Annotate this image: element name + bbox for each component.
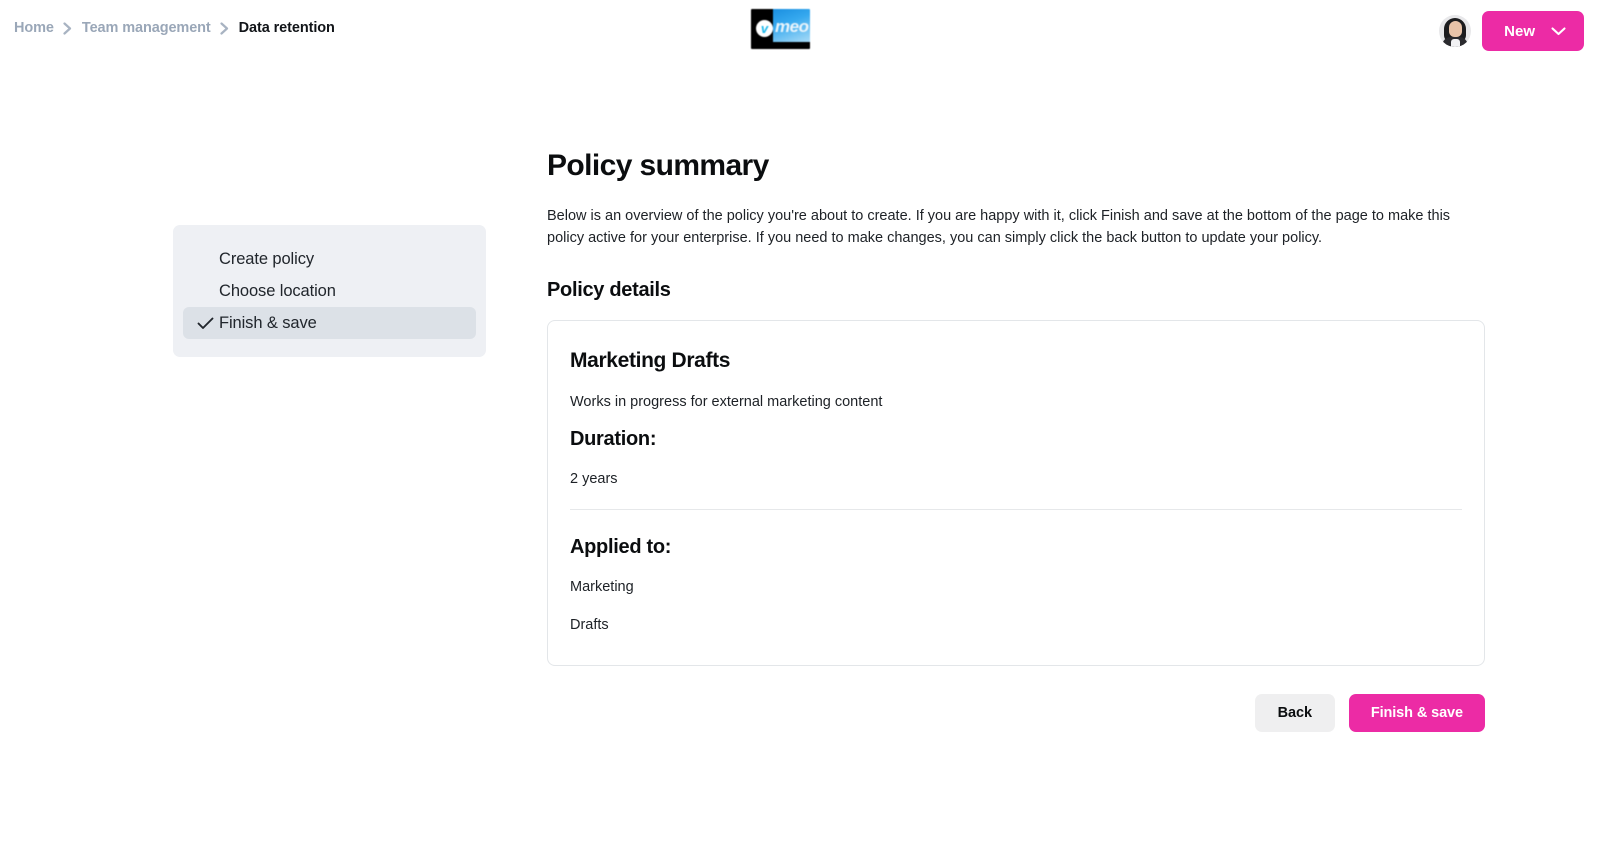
stepper-item-label: Finish & save — [219, 313, 317, 332]
new-button[interactable]: New — [1482, 11, 1584, 51]
stepper-item-finish-and-save[interactable]: Finish & save — [183, 307, 476, 339]
avatar-shirt — [1451, 39, 1461, 47]
stepper-item-create-policy[interactable]: Create policy — [183, 243, 476, 275]
check-icon — [197, 317, 219, 330]
policy-description: Works in progress for external marketing… — [570, 394, 883, 410]
policy-name: Marketing Drafts — [570, 349, 731, 372]
wizard-stepper: Create policy Choose location Finish & s… — [173, 225, 486, 357]
stepper-item-label: Choose location — [219, 281, 336, 300]
duration-label: Duration: — [570, 428, 657, 450]
page-root: Home Team management Data retention meo … — [0, 0, 1600, 732]
check-icon — [197, 253, 219, 266]
breadcrumb-item-data-retention: Data retention — [238, 20, 335, 36]
back-button[interactable]: Back — [1254, 694, 1335, 732]
chevron-right-icon — [219, 21, 231, 35]
chevron-down-icon — [1551, 26, 1566, 36]
form-actions: Back Finish & save — [547, 694, 1485, 732]
check-icon — [197, 285, 219, 298]
top-bar: Home Team management Data retention meo … — [0, 0, 1600, 62]
finish-and-save-button[interactable]: Finish & save — [1348, 694, 1485, 732]
applied-to-label: Applied to: — [570, 536, 672, 558]
avatar[interactable] — [1439, 15, 1472, 47]
breadcrumb-item-home[interactable]: Home — [14, 20, 54, 36]
list-item: Marketing — [570, 579, 634, 595]
page-intro-text: Below is an overview of the policy you'r… — [547, 208, 1451, 246]
top-bar-actions: New — [1439, 11, 1584, 51]
policy-details-card: Marketing Drafts Works in progress for e… — [547, 320, 1485, 666]
logo-wordmark: meo — [775, 17, 809, 36]
avatar-face — [1449, 21, 1463, 37]
stepper-item-choose-location[interactable]: Choose location — [183, 275, 476, 307]
vimeo-logo[interactable]: meo v — [751, 9, 810, 49]
breadcrumb: Home Team management Data retention — [14, 20, 335, 36]
page-title: Policy summary — [547, 149, 769, 182]
section-title-policy-details: Policy details — [547, 279, 671, 301]
applied-to-list: Marketing Drafts — [570, 577, 1462, 635]
card-divider — [570, 509, 1462, 510]
main-content: Policy summary Below is an overview of t… — [547, 148, 1485, 732]
duration-value: 2 years — [570, 471, 618, 487]
new-button-label: New — [1504, 22, 1535, 40]
logo-v-mark: v — [756, 20, 773, 37]
chevron-right-icon — [62, 21, 74, 35]
stepper-item-label: Create policy — [219, 249, 314, 268]
list-item: Drafts — [570, 617, 609, 633]
breadcrumb-item-team-management[interactable]: Team management — [82, 20, 211, 36]
